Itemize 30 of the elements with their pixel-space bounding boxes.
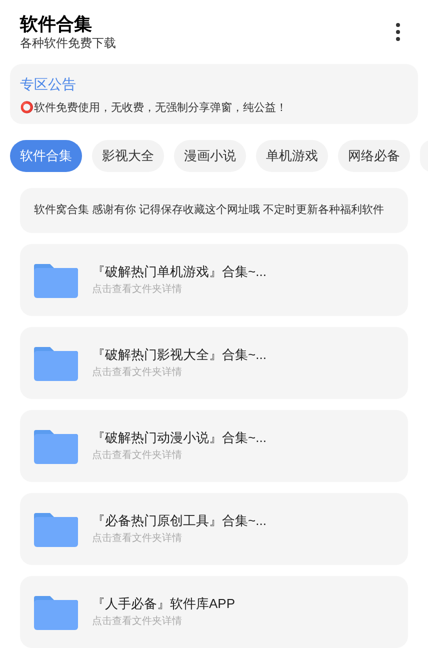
folder-card[interactable]: 『必备热门原创工具』合集~... 点击查看文件夹详情 — [20, 493, 408, 565]
folder-card[interactable]: 『破解热门单机游戏』合集~... 点击查看文件夹详情 — [20, 244, 408, 316]
folder-title: 『必备热门原创工具』合集~... — [92, 512, 266, 530]
folder-title: 『破解热门影视大全』合集~... — [92, 346, 266, 364]
page-title: 软件合集 — [20, 13, 93, 35]
folder-subtitle: 点击查看文件夹详情 — [92, 283, 183, 297]
folder-icon — [34, 511, 78, 547]
folder-icon — [34, 594, 78, 630]
folder-card[interactable]: 『人手必备』软件库APP 点击查看文件夹详情 — [20, 576, 408, 648]
category-tab[interactable]: 软件合集 — [10, 140, 82, 172]
folder-subtitle: 点击查看文件夹详情 — [92, 532, 183, 546]
page-subtitle: 各种软件免费下载 — [20, 35, 116, 51]
category-tab[interactable]: 单机游戏 — [256, 140, 328, 172]
category-tab[interactable]: 网络必备 — [338, 140, 410, 172]
folder-title: 『人手必备』软件库APP — [92, 595, 236, 613]
folder-title: 『破解热门单机游戏』合集~... — [92, 263, 266, 281]
folder-icon — [34, 345, 78, 381]
folder-title: 『破解热门动漫小说』合集~... — [92, 429, 266, 447]
notice-text: ⭕软件免费使用，无收费，无强制分享弹窗，纯公益！ — [20, 100, 288, 116]
folder-subtitle: 点击查看文件夹详情 — [92, 615, 183, 629]
folder-card[interactable]: 『破解热门影视大全』合集~... 点击查看文件夹详情 — [20, 327, 408, 399]
notice-title: 专区公告 — [20, 75, 77, 94]
announcement-text: 软件窝合集 感谢有你 记得保存收藏这个网址哦 不定时更新各种福利软件 — [34, 202, 384, 218]
folder-subtitle: 点击查看文件夹详情 — [92, 366, 183, 380]
category-tab[interactable]: 漫画小说 — [174, 140, 246, 172]
folder-icon — [34, 428, 78, 464]
folder-subtitle: 点击查看文件夹详情 — [92, 449, 183, 463]
folder-card[interactable]: 『破解热门动漫小说』合集~... 点击查看文件夹详情 — [20, 410, 408, 482]
folder-icon — [34, 262, 78, 298]
category-tab[interactable]: 影视大全 — [92, 140, 164, 172]
